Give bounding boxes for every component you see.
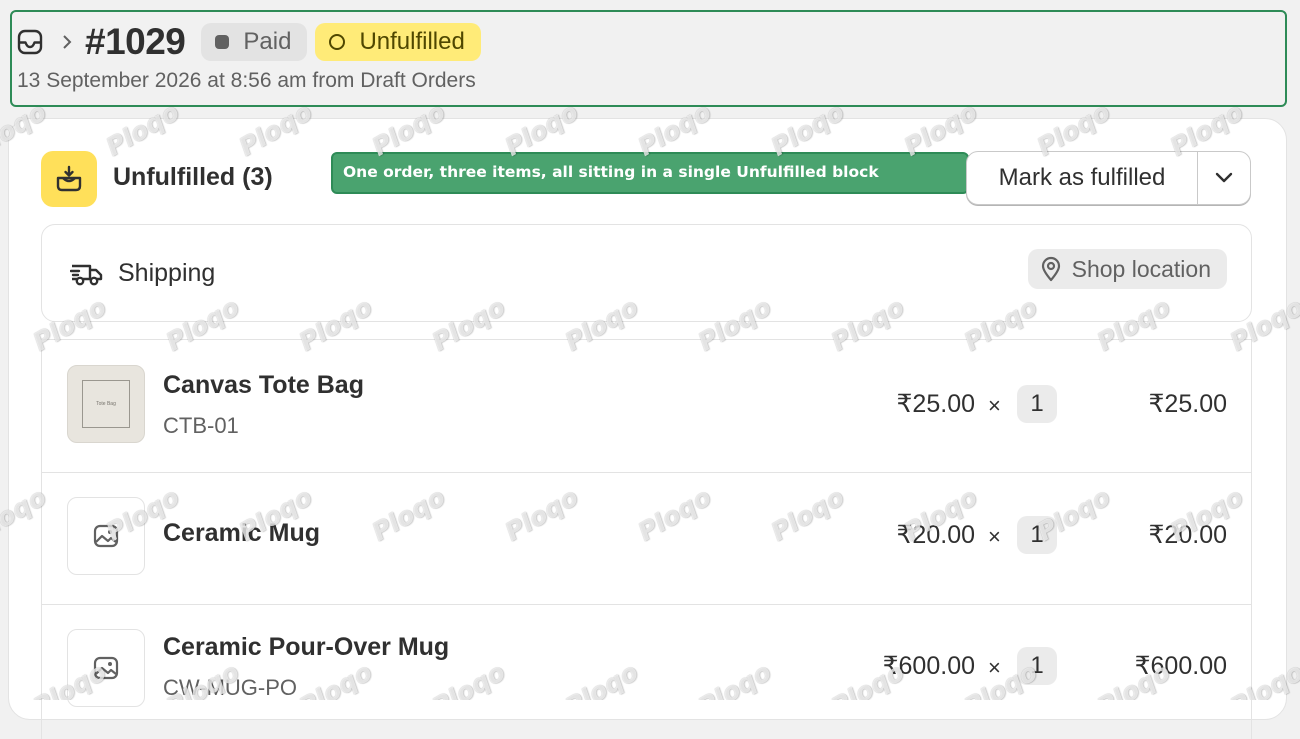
more-actions-dropdown[interactable] [1198,152,1250,204]
item-name[interactable]: Ceramic Pour-Over Mug [163,633,449,662]
item-sku: CW-MUG-PO [163,675,298,700]
chevron-down-icon [1215,172,1233,183]
times-sign: × [988,393,1001,418]
order-number: #1029 [85,21,186,62]
times-sign: × [988,655,1001,680]
shop-location-label: Shop location [1071,255,1211,282]
item-total: ₹25.00 [1148,390,1227,418]
item-total: ₹600.00 [1134,652,1227,680]
payment-status-badge: Paid [201,23,308,61]
image-placeholder-icon [93,524,119,548]
payment-status-label: Paid [243,28,292,55]
fulfillment-status-badge: Unfulfilled [315,23,481,61]
item-price: ₹25.00 [896,390,975,418]
item-quantity: 1 [1017,385,1057,423]
product-image: Tote Bag [82,380,130,428]
chevron-right-icon [61,34,73,50]
mark-fulfilled-button-group: Mark as fulfilled [966,151,1251,205]
location-pin-icon [1041,256,1060,282]
package-fulfillment-icon [41,151,97,207]
order-header-row: #1029 Paid Unfulfilled [17,21,481,62]
line-item: Tote Bag Canvas Tote Bag CTB-01 ₹25.00 ×… [42,340,1251,473]
order-subtitle: 13 September 2026 at 8:56 am from Draft … [17,69,476,92]
status-ring-icon [329,34,346,50]
order-header: #1029 Paid Unfulfilled 13 September 2026… [10,10,1287,107]
line-item: Ceramic Mug ₹20.00 × 1 ₹20.00 [42,472,1251,605]
shipping-label: Shipping [118,259,216,287]
status-dot-icon [215,35,230,49]
times-sign: × [988,524,1001,549]
line-item: Ceramic Pour-Over Mug CW-MUG-PO ₹600.00 … [42,604,1251,736]
thumbnail-caption: Tote Bag [96,401,116,407]
inbox-icon[interactable] [17,29,43,55]
item-price: ₹20.00 [896,521,975,549]
item-quantity: 1 [1017,647,1057,685]
item-total: ₹20.00 [1148,521,1227,549]
annotation-callout: One order, three items, all sitting in a… [331,152,969,194]
truck-icon [69,259,104,289]
product-thumbnail[interactable] [67,629,145,707]
shop-location-badge[interactable]: Shop location [1027,249,1227,289]
item-price: ₹600.00 [882,652,975,680]
product-thumbnail[interactable] [67,497,145,575]
mark-as-fulfilled-button[interactable]: Mark as fulfilled [967,152,1198,204]
image-placeholder-icon [93,656,119,680]
line-items-list: Tote Bag Canvas Tote Bag CTB-01 ₹25.00 ×… [41,339,1252,739]
fulfillment-card: Unfulfilled (3) One order, three items, … [8,118,1287,739]
item-name[interactable]: Ceramic Mug [163,519,320,548]
item-quantity: 1 [1017,516,1057,554]
product-thumbnail[interactable]: Tote Bag [67,365,145,443]
fulfillment-status-label: Unfulfilled [359,28,465,55]
item-name[interactable]: Canvas Tote Bag [163,371,364,400]
fulfillment-title: Unfulfilled (3) [113,163,273,191]
item-sku: CTB-01 [163,413,239,438]
shipping-section: Shipping Shop location [41,224,1252,322]
